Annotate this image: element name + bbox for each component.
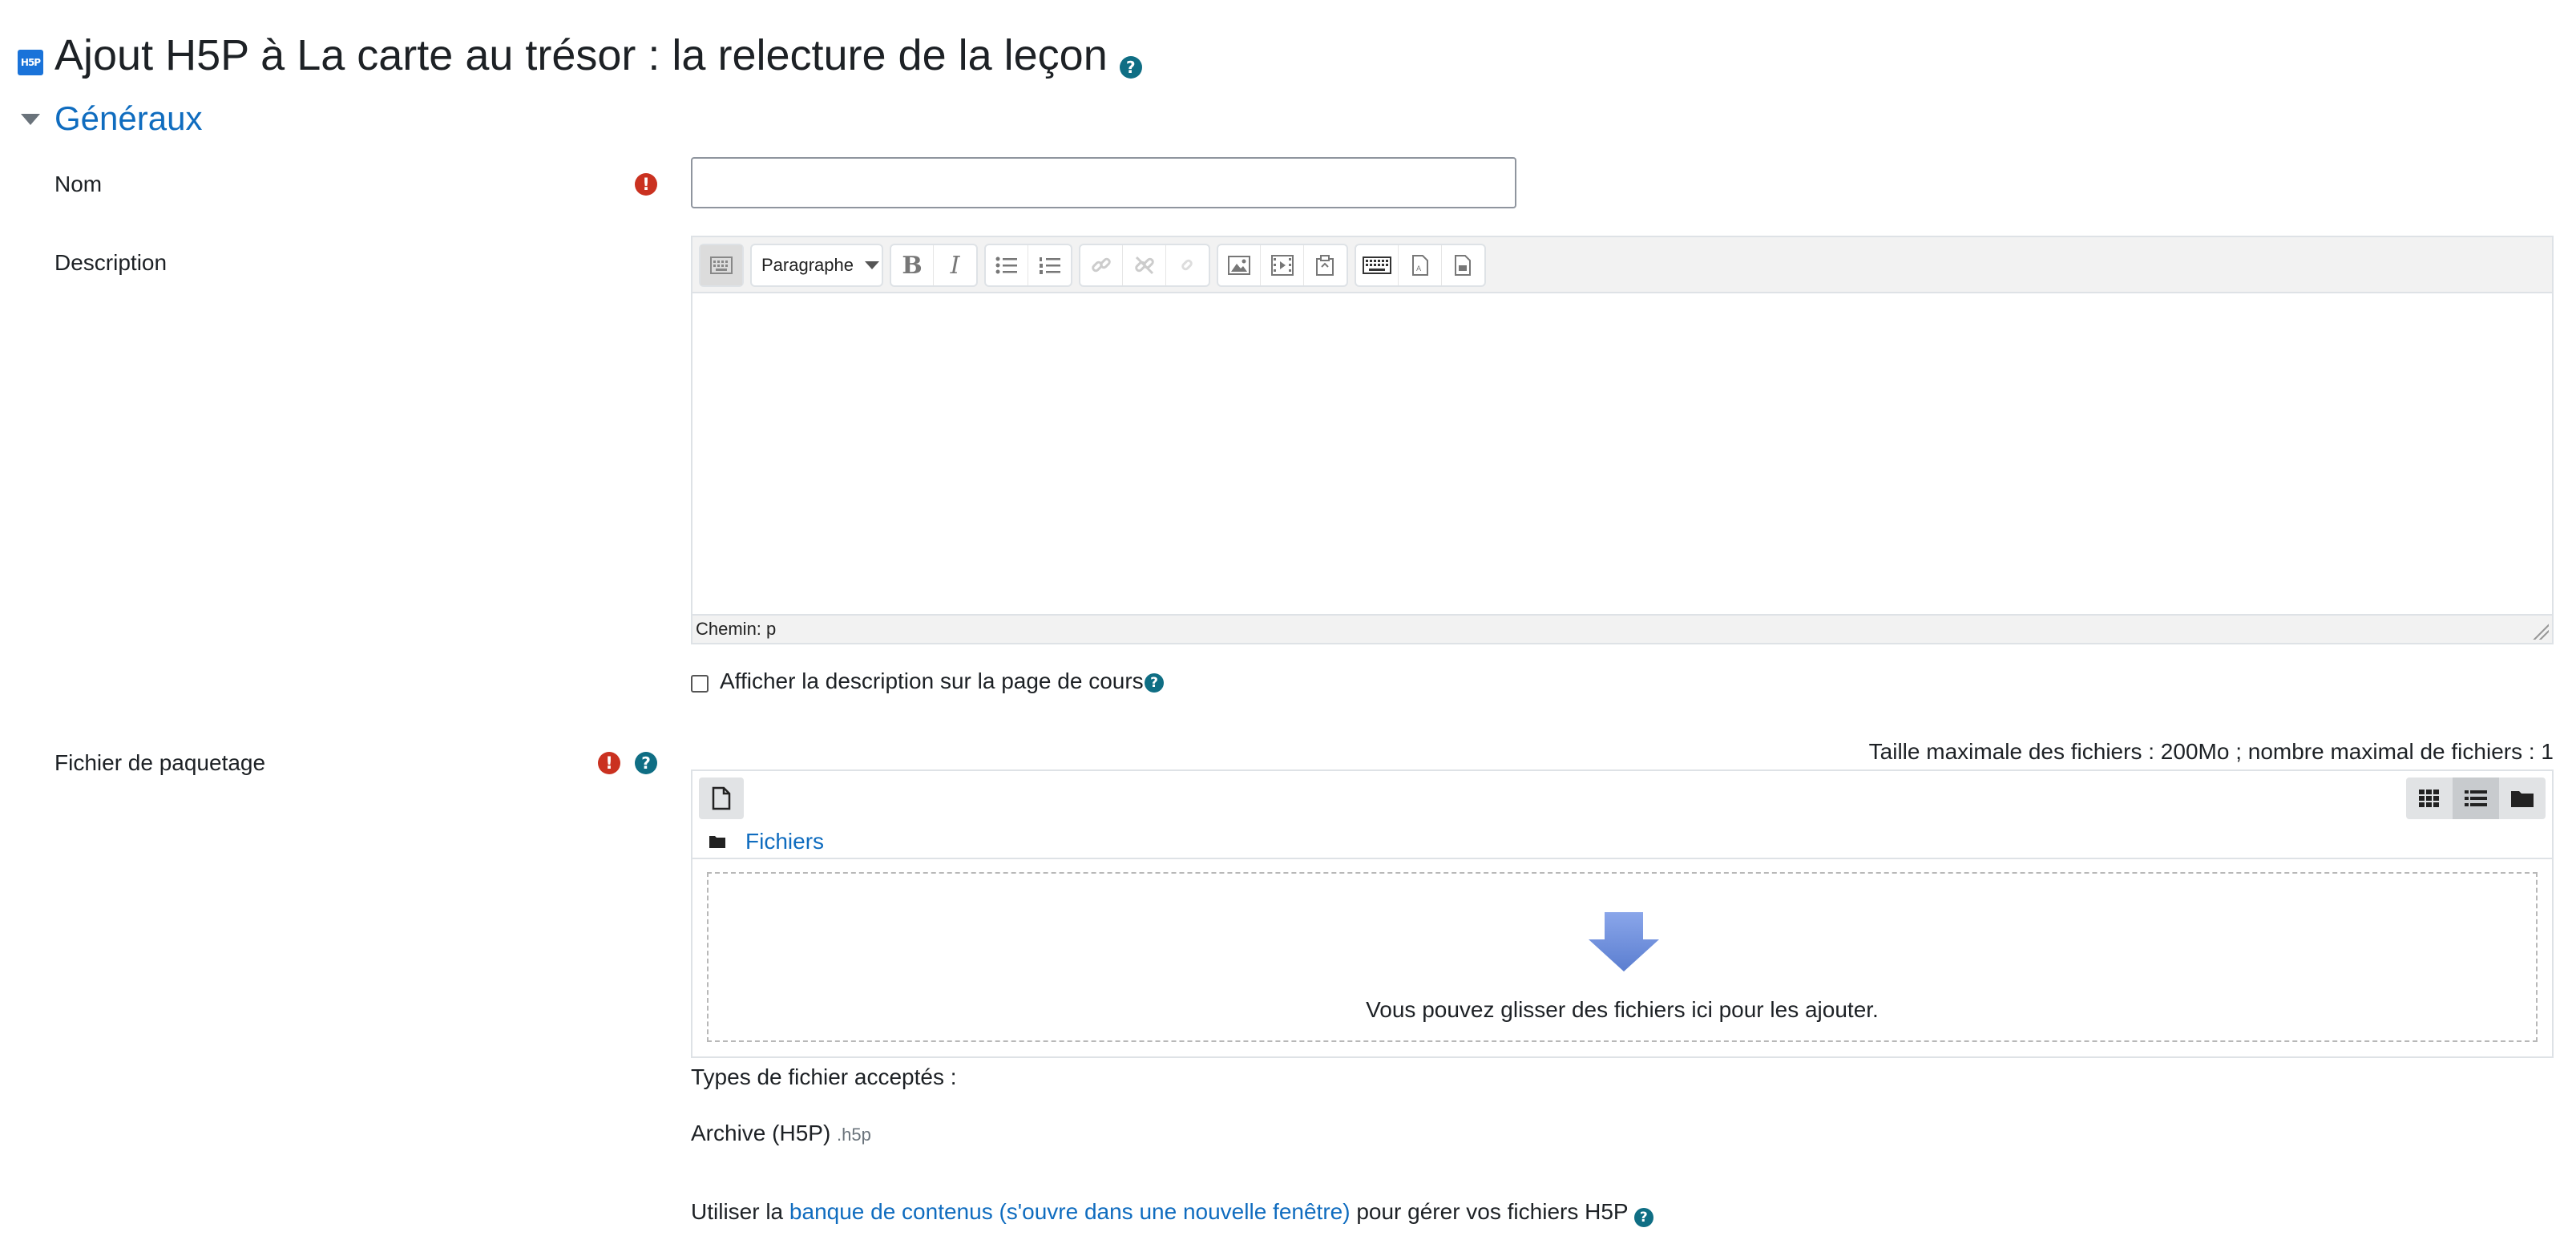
content-bank-prefix: Utiliser la xyxy=(691,1199,784,1224)
divider xyxy=(692,858,2552,859)
description-editor[interactable]: Paragraphe B I A Chemin: p xyxy=(691,236,2554,644)
editor-statusbar: Chemin: p xyxy=(692,614,2552,643)
accepted-type: Archive (H5P) .h5p xyxy=(691,1121,871,1146)
page-title-text: Ajout H5P à La carte au trésor : la rele… xyxy=(55,31,1108,79)
list-view-icon[interactable] xyxy=(2453,777,2499,819)
add-file-button[interactable] xyxy=(699,777,744,819)
anchor-icon[interactable] xyxy=(1166,245,1209,285)
editor-toolbar: Paragraphe B I A xyxy=(692,237,2552,293)
file-dropzone[interactable]: Vous pouvez glisser des fichiers ici pou… xyxy=(707,872,2538,1042)
format-select[interactable]: Paragraphe xyxy=(752,245,889,285)
show-description-label[interactable]: Afficher la description sur la page de c… xyxy=(720,668,1144,694)
drop-arrow-icon xyxy=(1589,912,1659,971)
italic-icon[interactable]: I xyxy=(934,245,976,285)
unlink-icon[interactable] xyxy=(1123,245,1166,285)
drop-instructions: Vous pouvez glisser des fichiers ici pou… xyxy=(1366,997,1879,1022)
help-icon[interactable]: ? xyxy=(1119,56,1142,79)
folder-icon xyxy=(709,836,725,848)
bullet-list-icon[interactable] xyxy=(986,245,1029,285)
content-bank-suffix: pour gérer vos fichiers H5P xyxy=(1356,1199,1629,1224)
show-description-checkbox[interactable] xyxy=(691,675,709,693)
help-icon[interactable]: ? xyxy=(1145,673,1164,693)
image-icon[interactable] xyxy=(1218,245,1262,285)
accepted-type-extension: .h5p xyxy=(837,1125,871,1145)
svg-text:A: A xyxy=(1416,265,1422,273)
accepted-type-name: Archive (H5P) xyxy=(691,1121,831,1145)
accepted-types-label: Types de fichier acceptés : xyxy=(691,1064,957,1089)
page-title: Ajout H5P à La carte au trésor : la rele… xyxy=(55,30,1142,80)
grid-view-icon[interactable] xyxy=(2406,777,2453,819)
keyboard-toggle-icon[interactable] xyxy=(701,245,742,285)
file-manager: Fichiers Vous pouvez glisser des fichier… xyxy=(691,769,2554,1058)
editor-path: Chemin: p xyxy=(696,619,777,639)
package-file-label: Fichier de paquetage xyxy=(55,750,266,775)
file-icon xyxy=(712,786,731,810)
description-label: Description xyxy=(55,250,168,275)
required-icon: ! xyxy=(635,173,657,196)
view-switcher xyxy=(2406,777,2546,819)
h5p-logo-icon: H5P xyxy=(18,50,43,75)
link-icon[interactable] xyxy=(1080,245,1124,285)
numbered-list-icon[interactable] xyxy=(1028,245,1071,285)
help-icon[interactable]: ? xyxy=(1633,1208,1653,1227)
breadcrumb: Fichiers xyxy=(709,829,824,854)
bold-icon[interactable]: B xyxy=(891,245,935,285)
content-bank-link[interactable]: banque de contenus (s'ouvre dans une nou… xyxy=(789,1199,1351,1224)
chevron-down-icon xyxy=(864,261,879,269)
media-icon[interactable] xyxy=(1261,245,1304,285)
required-icon: ! xyxy=(598,752,620,774)
section-collapse-icon[interactable] xyxy=(21,114,40,125)
name-input[interactable] xyxy=(691,157,1516,208)
accessibility-checker-icon[interactable]: A xyxy=(1399,245,1442,285)
files-folder-link[interactable]: Fichiers xyxy=(745,829,824,854)
file-limits-text: Taille maximale des fichiers : 200Mo ; n… xyxy=(1868,739,2554,764)
content-bank-note: Utiliser la banque de contenus (s'ouvre … xyxy=(691,1199,1653,1227)
accessibility-keyboard-icon[interactable] xyxy=(1356,245,1399,285)
name-label: Nom xyxy=(55,172,103,196)
folder-view-icon[interactable] xyxy=(2499,777,2546,819)
help-icon[interactable]: ? xyxy=(635,752,657,774)
resize-handle-icon[interactable] xyxy=(2531,622,2549,640)
screenreader-helper-icon[interactable] xyxy=(1442,245,1484,285)
section-title[interactable]: Généraux xyxy=(55,99,202,138)
manage-files-icon[interactable] xyxy=(1304,245,1347,285)
